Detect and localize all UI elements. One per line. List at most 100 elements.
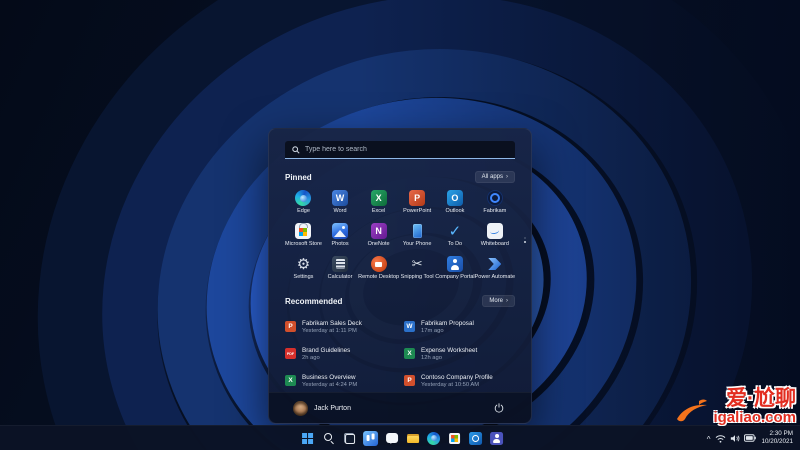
- chat-button[interactable]: [383, 430, 400, 447]
- recommended-item-title: Contoso Company Profile: [421, 373, 493, 381]
- tray-time: 2:30 PM: [769, 430, 793, 437]
- pinned-scrollbar-dot[interactable]: [524, 241, 526, 243]
- recommended-item-subtitle: 17m ago: [421, 327, 444, 334]
- edge-icon: [427, 431, 441, 445]
- recommended-item-subtitle: Yesterday at 1:11 PM: [302, 327, 357, 334]
- pinned-app-label: Power Automate: [474, 274, 515, 280]
- pinned-app-outlook[interactable]: O Outlook: [435, 190, 474, 220]
- search-icon: [292, 145, 300, 154]
- outlook-icon: O: [446, 190, 463, 206]
- start-menu-footer: Jack Purton: [269, 392, 531, 423]
- pinned-app-label: Excel: [371, 208, 386, 214]
- pinned-app-remote-desktop[interactable]: Remote Desktop: [358, 256, 399, 286]
- more-button[interactable]: More ›: [482, 295, 515, 307]
- pinned-app-word[interactable]: W Word: [322, 190, 358, 220]
- chat-icon: [384, 431, 399, 446]
- pinned-app-powerpoint[interactable]: P PowerPoint: [399, 190, 435, 220]
- onenote-icon: N: [370, 223, 387, 239]
- pinned-app-company-portal[interactable]: Company Portal: [435, 256, 475, 286]
- pinned-app-power-automate[interactable]: Power Automate: [475, 256, 515, 286]
- widgets-icon: [363, 430, 379, 446]
- file-explorer-button[interactable]: [404, 430, 421, 447]
- start-menu: Pinned All apps › Edge W Word X Excel P …: [268, 128, 532, 424]
- recommended-title: Recommended: [285, 296, 343, 306]
- pinned-app-settings[interactable]: Settings: [285, 256, 322, 286]
- taskbar: ^ 2:30 PM 10/20/2021: [0, 425, 800, 450]
- recommended-item[interactable]: Brand Guidelines 2h ago: [285, 340, 396, 367]
- pinned-app-label: Whiteboard: [480, 241, 509, 247]
- microsoft-store-icon: [447, 431, 462, 446]
- pinned-app-label: To Do: [447, 241, 463, 247]
- pinned-app-snipping-tool[interactable]: Snipping Tool: [399, 256, 435, 286]
- recommended-item[interactable]: Fabrikam Proposal 17m ago: [404, 313, 515, 340]
- tray-overflow-chevron-icon[interactable]: ^: [707, 435, 711, 444]
- settings-gear-icon: [295, 256, 311, 272]
- calculator-icon: [332, 256, 349, 272]
- pinned-grid: Edge W Word X Excel P PowerPoint O Outlo…: [285, 190, 515, 286]
- word-icon: W: [332, 190, 349, 206]
- pinned-app-label: Outlook: [445, 208, 465, 214]
- wifi-icon[interactable]: [715, 434, 726, 443]
- outlook-button[interactable]: [467, 430, 484, 447]
- pinned-app-excel[interactable]: X Excel: [358, 190, 399, 220]
- recommended-item-subtitle: Yesterday at 10:50 AM: [421, 381, 480, 388]
- start-button[interactable]: [299, 430, 316, 447]
- recommended-item[interactable]: Expense Worksheet 12h ago: [404, 340, 515, 367]
- recommended-item-title: Business Overview: [302, 373, 356, 381]
- folder-icon: [405, 431, 420, 446]
- search-button[interactable]: [320, 430, 337, 447]
- pinned-app-onenote[interactable]: N OneNote: [358, 223, 399, 253]
- battery-icon[interactable]: [744, 434, 757, 442]
- pinned-app-photos[interactable]: Photos: [322, 223, 358, 253]
- teams-button[interactable]: [488, 430, 505, 447]
- pinned-app-your-phone[interactable]: Your Phone: [399, 223, 435, 253]
- pinned-app-microsoft-store[interactable]: Microsoft Store: [285, 223, 322, 253]
- microsoft-store-icon: [295, 223, 312, 239]
- pinned-app-calculator[interactable]: Calculator: [322, 256, 358, 286]
- search-box[interactable]: [285, 141, 515, 159]
- task-view-button[interactable]: [341, 430, 358, 447]
- company-portal-icon: [446, 256, 463, 272]
- microsoft-store-button[interactable]: [446, 430, 463, 447]
- pinned-app-label: Word: [333, 208, 347, 214]
- recommended-item-title: Brand Guidelines: [302, 346, 351, 354]
- widgets-button[interactable]: [362, 430, 379, 447]
- recommended-item-title: Fabrikam Proposal: [421, 319, 474, 327]
- teams-icon: [490, 431, 504, 445]
- recommended-item[interactable]: Fabrikam Sales Deck Yesterday at 1:11 PM: [285, 313, 396, 340]
- search-input[interactable]: [305, 146, 508, 153]
- pinned-app-edge[interactable]: Edge: [285, 190, 322, 220]
- taskbar-clock[interactable]: 2:30 PM 10/20/2021: [761, 430, 796, 446]
- pinned-app-label: Company Portal: [435, 274, 475, 280]
- edge-button[interactable]: [425, 430, 442, 447]
- snipping-tool-icon: [409, 256, 425, 272]
- recommended-item[interactable]: Business Overview Yesterday at 4:24 PM: [285, 367, 396, 394]
- pinned-app-whiteboard[interactable]: Whiteboard: [475, 223, 515, 253]
- chevron-right-icon: ›: [506, 174, 508, 180]
- pdf-doc-icon: [285, 348, 296, 359]
- pinned-app-label: PowerPoint: [403, 208, 432, 214]
- avatar: [293, 400, 308, 416]
- pinned-app-to-do[interactable]: To Do: [435, 223, 474, 253]
- your-phone-icon: [409, 223, 425, 239]
- to-do-icon: [447, 223, 463, 239]
- power-button[interactable]: [491, 400, 507, 416]
- all-apps-button[interactable]: All apps ›: [474, 171, 515, 183]
- power-icon: [494, 403, 504, 413]
- excel-icon: X: [370, 190, 387, 206]
- outlook-icon: [469, 431, 483, 445]
- search-icon: [321, 431, 336, 446]
- excel-doc-icon: [285, 375, 296, 386]
- power-automate-icon: [487, 256, 503, 272]
- pinned-app-label: Settings: [293, 274, 314, 280]
- recommended-item[interactable]: Contoso Company Profile Yesterday at 10:…: [404, 367, 515, 394]
- recommended-item-subtitle: Yesterday at 4:24 PM: [302, 381, 358, 388]
- volume-icon[interactable]: [730, 434, 740, 443]
- powerpoint-doc-icon: [404, 375, 415, 386]
- tray-date: 10/20/2021: [761, 438, 793, 445]
- photos-icon: [332, 223, 349, 239]
- recommended-item-title: Expense Worksheet: [421, 346, 478, 354]
- pinned-app-label: Edge: [297, 208, 310, 214]
- pinned-app-fabrikam[interactable]: Fabrikam: [475, 190, 515, 220]
- user-profile-button[interactable]: Jack Purton: [293, 400, 351, 416]
